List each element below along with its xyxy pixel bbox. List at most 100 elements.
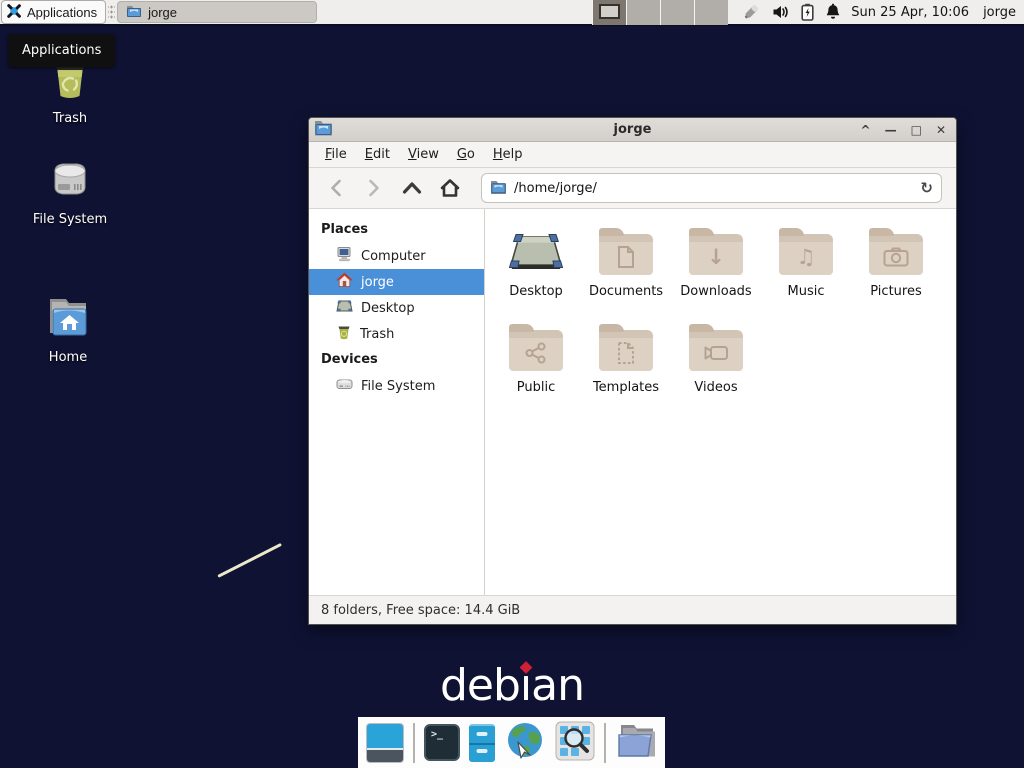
workspace-4[interactable] <box>694 0 728 25</box>
file-item-music[interactable]: ♫ Music <box>761 223 851 319</box>
workspace-1[interactable] <box>592 0 626 25</box>
sidebar-item-file-system[interactable]: File System <box>309 373 484 399</box>
sidebar-item-label: File System <box>361 379 435 394</box>
toolbar: /home/jorge/ ↻ <box>309 168 956 209</box>
path-text[interactable]: /home/jorge/ <box>514 181 913 196</box>
dock-folder-icon[interactable] <box>615 721 657 765</box>
show-desktop-icon[interactable] <box>366 723 404 763</box>
pictures-folder-icon <box>869 234 923 275</box>
username-label[interactable]: jorge <box>983 5 1016 20</box>
workspace-switcher[interactable] <box>592 0 728 25</box>
taskbar-window-button[interactable]: jorge <box>117 1 317 23</box>
battery-icon[interactable] <box>801 3 814 21</box>
file-item-label: Templates <box>593 380 659 395</box>
menu-help[interactable]: Help <box>485 144 531 165</box>
file-grid: Desktop Documents ↓ Downloads <box>485 209 956 595</box>
sidebar-item-label: jorge <box>361 275 394 290</box>
trash-small-icon <box>336 324 352 344</box>
file-manager-icon[interactable] <box>469 724 496 762</box>
home-icon <box>336 272 353 292</box>
file-item-downloads[interactable]: ↓ Downloads <box>671 223 761 319</box>
music-folder-icon: ♫ <box>779 234 833 275</box>
sidebar: Places Computer <box>309 209 485 595</box>
public-folder-icon <box>509 330 563 371</box>
file-item-documents[interactable]: Documents <box>581 223 671 319</box>
desktop-special-icon <box>507 223 565 275</box>
applications-button[interactable]: Applications <box>1 0 106 24</box>
system-tray <box>742 3 841 21</box>
file-item-label: Music <box>788 284 825 299</box>
tray-eraser-icon[interactable] <box>742 3 761 21</box>
drive-icon <box>336 377 353 395</box>
desktop-icon-label: Trash <box>53 112 87 127</box>
sidebar-item-label: Trash <box>360 327 394 342</box>
minimize-button[interactable]: — <box>885 124 897 136</box>
desktop-icon-file-system[interactable]: File System <box>15 157 125 228</box>
menu-view[interactable]: View <box>400 144 447 165</box>
notification-bell-icon[interactable] <box>825 3 841 21</box>
applications-tooltip: Applications <box>8 34 115 67</box>
workspace-2[interactable] <box>626 0 660 25</box>
sidebar-item-jorge[interactable]: jorge <box>309 269 484 295</box>
file-item-label: Pictures <box>870 284 921 299</box>
file-item-templates[interactable]: Templates <box>581 319 671 415</box>
close-button[interactable]: ✕ <box>936 124 946 136</box>
menu-edit[interactable]: Edit <box>357 144 398 165</box>
volume-icon[interactable] <box>772 4 790 20</box>
sidebar-item-label: Computer <box>361 249 426 264</box>
sidebar-header-devices: Devices <box>309 347 484 373</box>
hard-drive-icon <box>45 157 95 207</box>
terminal-prompt: >_ <box>431 729 443 740</box>
file-item-label: Public <box>517 380 555 395</box>
desktop-icon-home[interactable]: Home <box>13 293 123 366</box>
workspace-3[interactable] <box>660 0 694 25</box>
desktop-icon-label: Home <box>49 351 87 366</box>
templates-folder-icon <box>599 330 653 371</box>
app-finder-icon[interactable] <box>555 721 595 765</box>
home-button[interactable] <box>433 173 467 203</box>
file-item-videos[interactable]: Videos <box>671 319 761 415</box>
menu-go[interactable]: Go <box>449 144 483 165</box>
file-item-desktop[interactable]: Desktop <box>491 223 581 319</box>
up-button[interactable] <box>395 173 429 203</box>
top-panel: Applications jorge <box>0 0 1024 26</box>
forward-button[interactable] <box>357 173 391 203</box>
file-item-label: Desktop <box>509 284 563 299</box>
file-item-label: Documents <box>589 284 663 299</box>
stray-line-artifact <box>217 543 282 578</box>
shade-button[interactable]: ^ <box>861 124 871 136</box>
file-item-pictures[interactable]: Pictures <box>851 223 941 319</box>
file-item-public[interactable]: Public <box>491 319 581 415</box>
computer-icon <box>336 246 353 266</box>
path-folder-icon <box>490 179 507 198</box>
debian-logo: debıan <box>0 660 1024 711</box>
file-item-label: Videos <box>694 380 737 395</box>
downloads-folder-icon: ↓ <box>689 234 743 275</box>
file-manager-window: jorge ^ — □ ✕ File Edit View Go Help <box>308 117 957 625</box>
sidebar-item-computer[interactable]: Computer <box>309 243 484 269</box>
desktop-icon-label: File System <box>33 213 107 228</box>
desktop-icon <box>336 298 353 318</box>
sidebar-item-desktop[interactable]: Desktop <box>309 295 484 321</box>
back-button[interactable] <box>319 173 353 203</box>
terminal-icon[interactable]: >_ <box>424 724 460 761</box>
sidebar-item-trash[interactable]: Trash <box>309 321 484 347</box>
debian-logo-text: an <box>531 660 584 711</box>
titlebar[interactable]: jorge ^ — □ ✕ <box>309 118 956 142</box>
sidebar-header-places: Places <box>309 217 484 243</box>
clock[interactable]: Sun 25 Apr, 10:06 <box>851 5 969 20</box>
menu-file[interactable]: File <box>317 144 355 165</box>
videos-folder-icon <box>689 330 743 371</box>
dock-separator <box>604 723 606 763</box>
menubar: File Edit View Go Help <box>309 142 956 168</box>
dock-separator <box>413 723 415 763</box>
maximize-button[interactable]: □ <box>911 124 922 136</box>
statusbar: 8 folders, Free space: 14.4 GiB <box>309 595 956 624</box>
folder-icon <box>126 4 142 21</box>
panel-handle[interactable] <box>108 4 115 20</box>
file-item-label: Downloads <box>680 284 751 299</box>
web-browser-icon[interactable] <box>504 720 546 766</box>
sidebar-item-label: Desktop <box>361 301 415 316</box>
reload-icon[interactable]: ↻ <box>920 179 933 197</box>
path-bar[interactable]: /home/jorge/ ↻ <box>481 173 942 203</box>
